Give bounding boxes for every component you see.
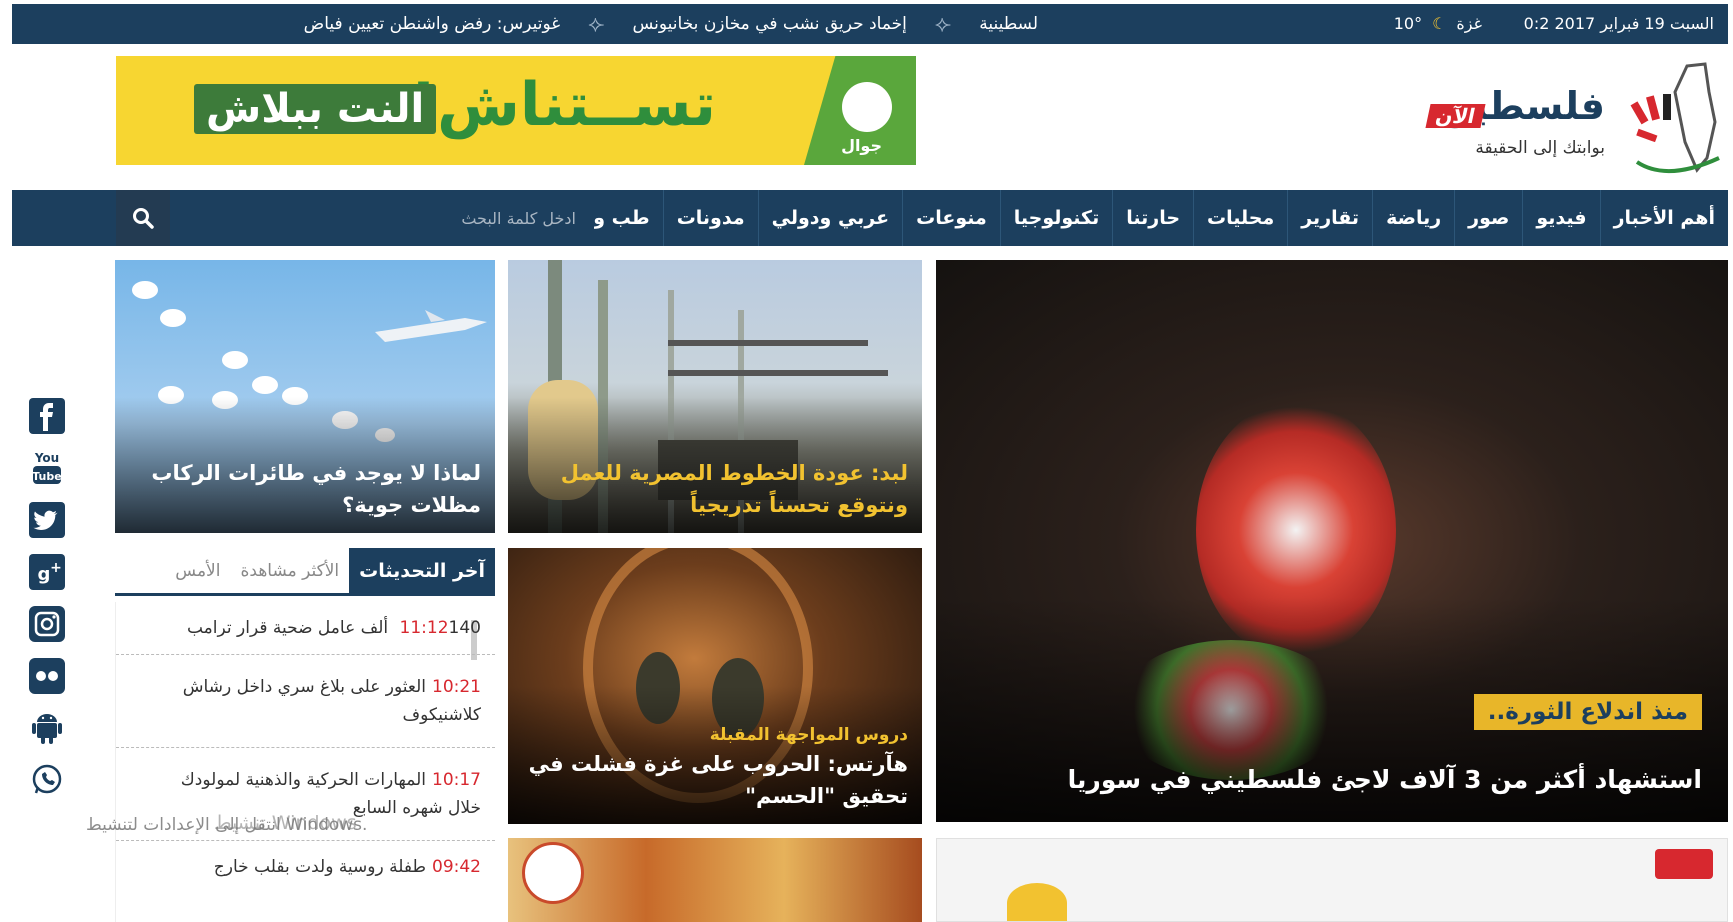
jawwal-logo-icon xyxy=(842,82,892,132)
google-plus-icon[interactable]: g + xyxy=(26,546,68,598)
chef-logo-icon xyxy=(522,842,584,904)
ticker-item[interactable]: غوتيرس: رفض واشنطن تعيين فياض xyxy=(304,14,561,34)
taxi-icon xyxy=(1007,883,1067,921)
nav-item-sports[interactable]: رياضة xyxy=(1372,190,1454,246)
list-item[interactable]: 09:42 طفلة روسية ولدت بقلب خارج xyxy=(116,841,495,893)
hadara-logo-icon xyxy=(1655,849,1713,879)
whatsapp-icon[interactable] xyxy=(26,754,68,806)
svg-text:Tube: Tube xyxy=(32,470,61,483)
ticker-separator-icon: ⟢ xyxy=(588,11,605,37)
svg-text:+: + xyxy=(50,560,62,576)
flickr-icon[interactable] xyxy=(26,650,68,702)
update-time: 10:21 xyxy=(432,677,481,697)
update-time: 11:12 xyxy=(399,618,449,638)
tab-most-viewed[interactable]: الأكثر مشاهدة xyxy=(230,548,349,593)
nav-item-blogs[interactable]: مدونات xyxy=(662,190,758,246)
facebook-icon[interactable] xyxy=(26,390,68,442)
news-card-title[interactable]: لبد: عودة الخطوط المصرية للعمل ونتوقع تح… xyxy=(522,457,908,521)
news-card-kicker: دروس المواجهة المقبلة xyxy=(709,725,908,745)
update-text: طفلة روسية ولدت بقلب خارج xyxy=(213,857,426,877)
top-bar: السبت 19 فبراير 2017 0:2 غزة ☾ 10° لسطين… xyxy=(12,4,1728,44)
nav-item-video[interactable]: فيديو xyxy=(1522,190,1599,246)
main-navigation: أهم الأخبار فيديو صور رياضة تقارير محليا… xyxy=(12,190,1728,246)
news-card-title[interactable]: دروس المواجهة المقبلة هآرتس: الحروب على … xyxy=(522,722,908,812)
nav-item-reports[interactable]: تقارير xyxy=(1287,190,1372,246)
search-icon xyxy=(133,208,154,229)
twitter-icon[interactable] xyxy=(26,494,68,546)
news-card-title[interactable]: لماذا لا يوجد في طائرات الركاب مظلات جوي… xyxy=(129,457,481,521)
current-date: السبت 19 فبراير 2017 0:2 xyxy=(1523,14,1714,33)
search-box xyxy=(116,190,594,246)
featured-story[interactable]: منذ اندلاع الثورة.. استشهاد أكثر من 3 آل… xyxy=(936,260,1728,822)
list-item[interactable]: 10:21العثور على بلاغ سري داخل رشاش كلاشن… xyxy=(116,655,495,748)
updates-list: 11:12140 ألف عامل ضحية قرار ترامب 10:21ا… xyxy=(115,602,495,922)
ad-brand: جوال xyxy=(841,136,882,155)
news-card-headline: هآرتس: الحروب على غزة فشلت في تحقيق "الح… xyxy=(528,752,908,808)
moon-icon: ☾ xyxy=(1432,14,1447,33)
news-card-egyptair[interactable]: لبد: عودة الخطوط المصرية للعمل ونتوقع تح… xyxy=(508,260,922,533)
instagram-icon[interactable] xyxy=(26,598,68,650)
youtube-icon[interactable]: You Tube xyxy=(26,442,68,494)
logo-slogan: بوابتك إلى الحقيقة xyxy=(1475,138,1605,158)
weather-widget: غزة ☾ 10° xyxy=(1394,14,1482,33)
updates-tabs: آخر التحديثات الأكثر مشاهدة الأمس xyxy=(115,548,495,596)
news-card-parachutes[interactable]: لماذا لا يوجد في طائرات الركاب مظلات جوي… xyxy=(115,260,495,533)
logo-badge: الآن xyxy=(1425,104,1486,128)
update-time: 10:17 xyxy=(432,770,481,790)
ad-banner[interactable]: جوال تســتناش! النت ببلاش xyxy=(116,56,916,165)
weather-city: غزة xyxy=(1456,14,1482,33)
ticker-separator-icon: ⟢ xyxy=(934,11,952,37)
site-logo[interactable]: فلسطين الآن بوابتك إلى الحقيقة xyxy=(1395,58,1725,178)
ad-tagline: النت ببلاش xyxy=(194,84,437,134)
search-input[interactable] xyxy=(176,200,576,236)
featured-label: منذ اندلاع الثورة.. xyxy=(1473,694,1702,730)
nav-item-world[interactable]: عربي ودولي xyxy=(757,190,903,246)
featured-title[interactable]: استشهاد أكثر من 3 آلاف لاجئ فلسطيني في س… xyxy=(950,764,1702,796)
list-item[interactable]: 11:12140 ألف عامل ضحية قرار ترامب xyxy=(116,602,495,655)
ad-hadara[interactable] xyxy=(936,838,1728,922)
svg-text:You: You xyxy=(34,451,59,465)
nav-item-top-news[interactable]: أهم الأخبار xyxy=(1599,190,1728,246)
weather-temperature: 10° xyxy=(1393,14,1423,33)
ticker-item[interactable]: إخماد حريق نشب في مخازن بخانيونس xyxy=(632,14,906,34)
search-button[interactable] xyxy=(116,190,170,246)
tab-latest[interactable]: آخر التحديثات xyxy=(349,548,495,593)
nav-menu: أهم الأخبار فيديو صور رياضة تقارير محليا… xyxy=(535,190,1728,246)
android-icon[interactable] xyxy=(26,702,68,754)
nav-item-technology[interactable]: تكنولوجيا xyxy=(999,190,1112,246)
news-card-haaretz[interactable]: دروس المواجهة المقبلة هآرتس: الحروب على … xyxy=(508,548,922,824)
nav-item-photos[interactable]: صور xyxy=(1454,190,1522,246)
tab-yesterday[interactable]: الأمس xyxy=(165,548,230,593)
nav-item-misc[interactable]: منوعات xyxy=(902,190,1000,246)
update-time: 09:42 xyxy=(432,857,481,877)
windows-activation-hint: انتقل إلى الإعدادات لتنشيط Windows. xyxy=(86,815,368,835)
nav-item-neighborhood[interactable]: حارتنا xyxy=(1112,190,1193,246)
palestine-map-icon xyxy=(1630,62,1720,173)
ticker-item[interactable]: لسطينية xyxy=(979,14,1038,34)
nav-item-local[interactable]: محليات xyxy=(1193,190,1287,246)
ad-headline: تســتناش! xyxy=(409,70,716,140)
svg-text:g: g xyxy=(38,564,51,585)
news-card-food[interactable] xyxy=(508,838,922,922)
news-ticker: لسطينية ⟢ إخماد حريق نشب في مخازن بخانيو… xyxy=(148,4,1038,44)
social-links: You Tube g + xyxy=(26,390,68,806)
